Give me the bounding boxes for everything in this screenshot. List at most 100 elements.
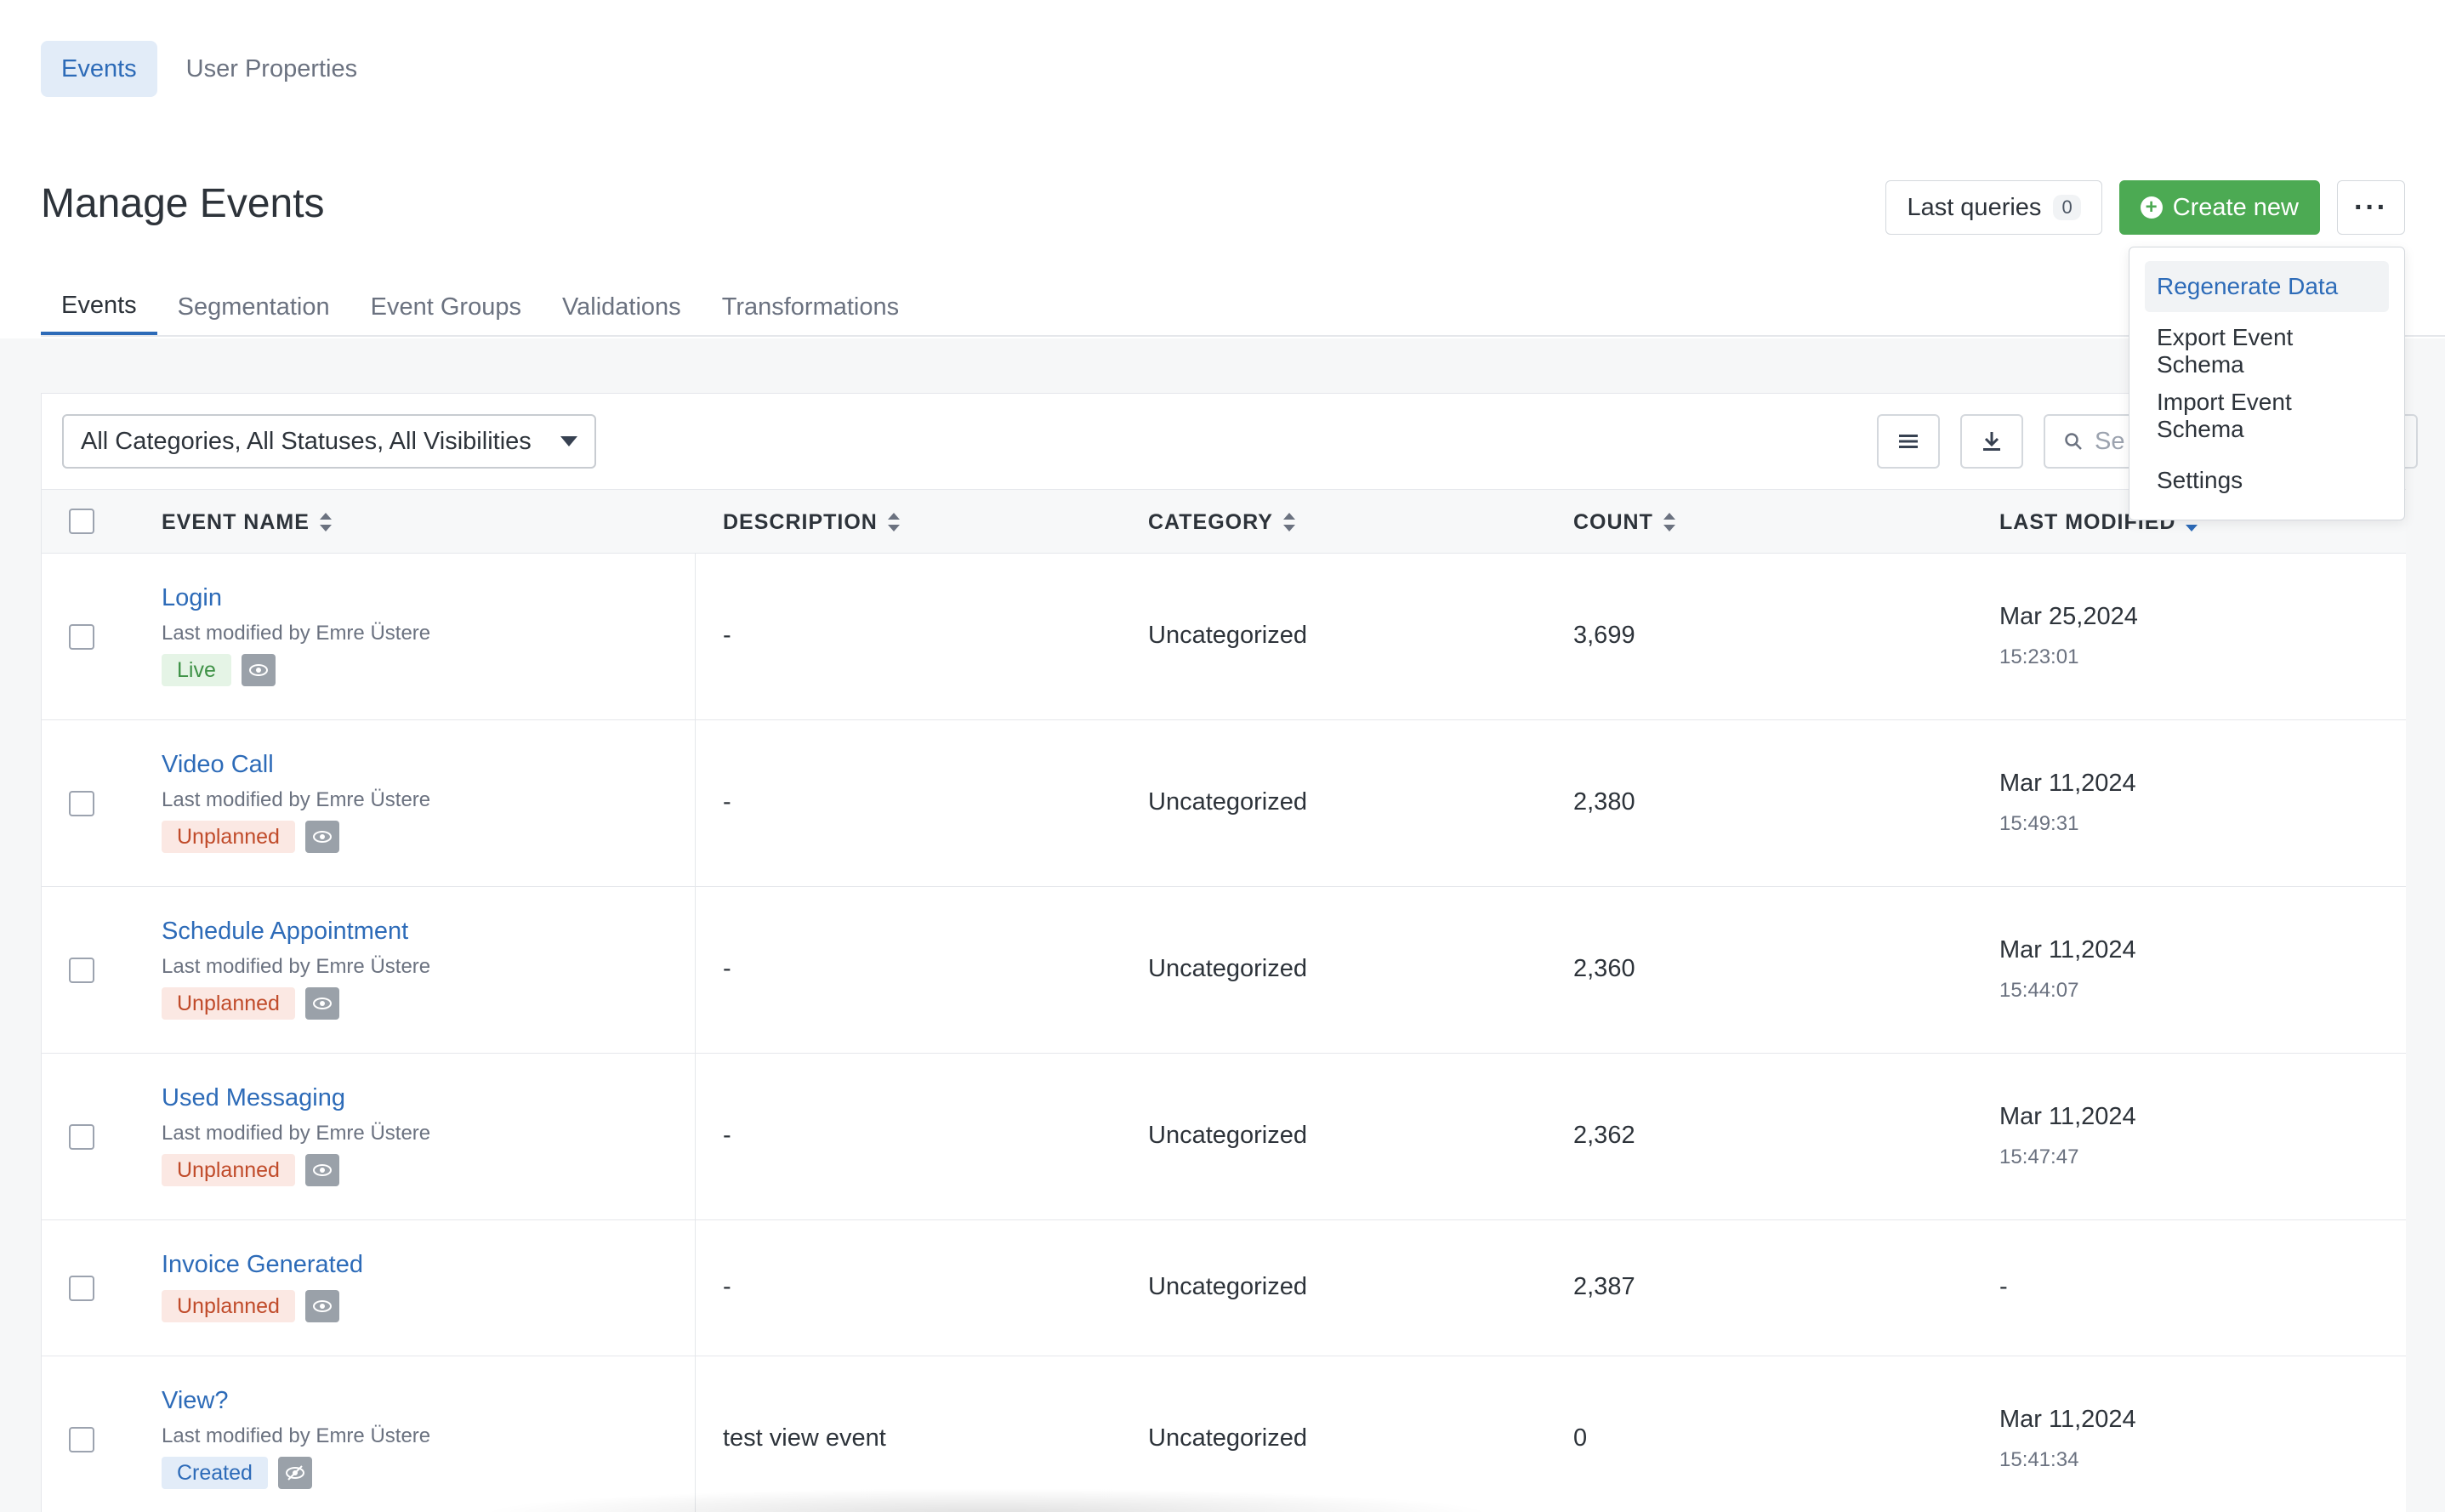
last-queries-label: Last queries (1907, 193, 2042, 221)
modified-by: Last modified by Emre Üstere (162, 955, 431, 978)
table-row[interactable]: Used Messaging Last modified by Emre Üst… (42, 1054, 2406, 1220)
more-options-menu: Regenerate Data Export Event Schema Impo… (2129, 247, 2405, 520)
row-checkbox[interactable] (69, 1427, 94, 1452)
column-count[interactable]: COUNT (1573, 490, 1675, 554)
event-name-link[interactable]: Used Messaging (162, 1084, 345, 1112)
row-tags: Created (162, 1457, 312, 1489)
select-all-checkbox[interactable] (69, 509, 94, 534)
eye-icon[interactable] (304, 1154, 339, 1186)
table-header: EVENT NAME DESCRIPTION CATEGORY COUNT LA… (42, 489, 2406, 554)
create-new-label: Create new (2172, 193, 2299, 221)
bottom-shadow (476, 1488, 1497, 1512)
column-event-name[interactable]: EVENT NAME (162, 490, 332, 554)
top-nav-user-properties[interactable]: User Properties (166, 41, 378, 97)
eye-icon[interactable] (241, 654, 276, 686)
menu-item-regenerate-data[interactable]: Regenerate Data (2145, 261, 2389, 312)
event-name-link[interactable]: Login (162, 584, 222, 612)
last-modified-time: 15:49:31 (1999, 812, 2079, 835)
last-modified-time: 15:47:47 (1999, 1145, 2079, 1168)
row-tags: Unplanned (162, 821, 339, 853)
section-tabs: Events Segmentation Event Groups Validat… (41, 279, 2445, 337)
column-description[interactable]: DESCRIPTION (723, 490, 900, 554)
sort-icon (1663, 513, 1675, 531)
last-modified-date: Mar 25,2024 (1999, 603, 2138, 630)
tab-events[interactable]: Events (41, 279, 157, 335)
description-cell: - (723, 622, 731, 649)
column-category[interactable]: CATEGORY (1148, 490, 1295, 554)
search-placeholder: Se (2095, 427, 2125, 455)
column-divider (695, 720, 696, 886)
last-modified-time: 15:23:01 (1999, 645, 2079, 668)
category-cell: Uncategorized (1148, 1273, 1307, 1300)
count-cell: 0 (1573, 1424, 1588, 1452)
row-checkbox[interactable] (69, 1124, 94, 1150)
top-nav: Events User Properties (41, 41, 378, 97)
modified-by: Last modified by Emre Üstere (162, 1424, 431, 1447)
menu-item-settings[interactable]: Settings (2145, 455, 2389, 506)
modified-by: Last modified by Emre Üstere (162, 622, 431, 645)
status-badge: Live (162, 654, 231, 686)
eye-icon[interactable] (304, 1290, 339, 1322)
category-cell: Uncategorized (1148, 955, 1307, 982)
tab-transformations[interactable]: Transformations (702, 279, 919, 335)
table-row[interactable]: Video Call Last modified by Emre Üstere … (42, 720, 2406, 887)
count-cell: 2,387 (1573, 1273, 1635, 1300)
row-checkbox[interactable] (69, 958, 94, 983)
columns-button[interactable] (1877, 414, 1940, 469)
last-modified-date: Mar 11,2024 (1999, 770, 2136, 797)
description-cell: - (723, 1273, 731, 1300)
sort-icon (1282, 513, 1295, 531)
last-modified-date: Mar 11,2024 (1999, 1406, 2136, 1433)
eye-icon[interactable] (304, 821, 339, 853)
header-actions: Last queries 0 + Create new ··· (1885, 180, 2405, 235)
status-badge: Unplanned (162, 987, 295, 1020)
column-divider (695, 554, 696, 719)
column-count-label: COUNT (1573, 509, 1653, 534)
top-nav-events[interactable]: Events (41, 41, 157, 97)
count-cell: 2,380 (1573, 788, 1635, 816)
event-name-link[interactable]: View? (162, 1387, 228, 1415)
row-checkbox[interactable] (69, 1276, 94, 1301)
status-badge: Created (162, 1457, 268, 1489)
modified-by: Last modified by Emre Üstere (162, 1122, 431, 1145)
event-name-link[interactable]: Invoice Generated (162, 1251, 363, 1279)
eye-off-icon[interactable] (277, 1457, 312, 1489)
category-cell: Uncategorized (1148, 1424, 1307, 1452)
download-button[interactable] (1960, 414, 2023, 469)
row-checkbox[interactable] (69, 624, 94, 650)
list-icon (1899, 435, 1918, 448)
sort-icon (887, 513, 900, 531)
category-cell: Uncategorized (1148, 788, 1307, 816)
menu-item-export-event-schema[interactable]: Export Event Schema (2145, 324, 2389, 378)
last-queries-button[interactable]: Last queries 0 (1885, 180, 2102, 235)
description-cell: - (723, 1122, 731, 1149)
plus-circle-icon: + (2140, 196, 2163, 219)
last-modified-date: - (1999, 1273, 2008, 1300)
table-row[interactable]: Invoice Generated Unplanned - Uncategori… (42, 1220, 2406, 1356)
last-modified-date: Mar 11,2024 (1999, 1103, 2136, 1130)
column-category-label: CATEGORY (1148, 509, 1273, 534)
create-new-button[interactable]: + Create new (2118, 180, 2320, 235)
table-row[interactable]: Login Last modified by Emre Üstere Live … (42, 554, 2406, 720)
eye-icon[interactable] (304, 987, 339, 1020)
category-cell: Uncategorized (1148, 1122, 1307, 1149)
tab-event-groups[interactable]: Event Groups (350, 279, 542, 335)
event-name-link[interactable]: Video Call (162, 751, 274, 779)
column-divider (695, 887, 696, 1053)
tab-segmentation[interactable]: Segmentation (157, 279, 350, 335)
event-name-link[interactable]: Schedule Appointment (162, 918, 408, 946)
row-checkbox[interactable] (69, 791, 94, 816)
description-cell: - (723, 955, 731, 982)
menu-item-import-event-schema[interactable]: Import Event Schema (2145, 389, 2389, 442)
filter-select[interactable]: All Categories, All Statuses, All Visibi… (62, 414, 596, 469)
more-options-button[interactable]: ··· (2337, 180, 2405, 235)
modified-by: Last modified by Emre Üstere (162, 788, 431, 811)
table-row[interactable]: Schedule Appointment Last modified by Em… (42, 887, 2406, 1054)
column-event-name-label: EVENT NAME (162, 509, 310, 534)
column-divider (695, 1220, 696, 1356)
tab-validations[interactable]: Validations (542, 279, 702, 335)
ellipsis-icon: ··· (2354, 190, 2388, 224)
sort-icon (319, 513, 332, 531)
row-tags: Unplanned (162, 1290, 339, 1322)
last-modified-date: Mar 11,2024 (1999, 936, 2136, 963)
